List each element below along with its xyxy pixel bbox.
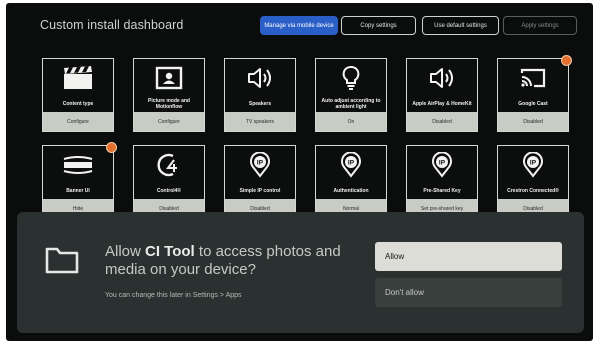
tile-label: Picture mode and Motionflow (148, 98, 190, 110)
tile-value: TV speakers (225, 112, 295, 131)
tile-label: Google Cast (518, 101, 548, 107)
banner-icon (43, 152, 113, 178)
tile-control4[interactable]: Control4® Disabled (133, 145, 205, 219)
tile-pre-shared-key[interactable]: IP Pre-Shared Key Set pre-shared key (406, 145, 478, 219)
svg-text:IP: IP (257, 160, 264, 167)
apply-settings-button[interactable]: Apply settings (503, 16, 577, 35)
dont-allow-button[interactable]: Don't allow (375, 278, 562, 307)
permission-dialog: Allow CI Tool to access photos and media… (17, 212, 584, 333)
tile-value: Configure (134, 112, 204, 131)
tile-content-type[interactable]: Content type Configure (42, 58, 114, 132)
tile-value: On (316, 112, 386, 131)
use-default-settings-button[interactable]: Use default settings (422, 16, 499, 35)
control4-icon (134, 152, 204, 178)
ip-pin-icon: IP (407, 152, 477, 178)
picture-icon (134, 65, 204, 91)
allow-button[interactable]: Allow (375, 242, 562, 271)
settings-hint: You can change this later in Settings > … (105, 292, 242, 299)
ip-pin-icon: IP (316, 152, 386, 178)
tile-value: Disabled (407, 112, 477, 131)
tile-label: Auto adjust according to ambient light (321, 98, 381, 110)
page-title: Custom install dashboard (40, 18, 184, 32)
permission-question: Allow CI Tool to access photos and media… (105, 243, 365, 279)
clapperboard-icon (43, 65, 113, 91)
tile-label: Pre-Shared Key (423, 188, 461, 194)
tile-label: Content type (62, 101, 94, 107)
manage-via-mobile-button[interactable]: Manage via mobile device (260, 16, 338, 35)
tile-speakers[interactable]: Speakers TV speakers (224, 58, 296, 132)
tile-value: Configure (43, 112, 113, 131)
speaker-icon (407, 65, 477, 91)
tile-label: Control4® (156, 188, 182, 194)
svg-text:IP: IP (348, 160, 355, 167)
svg-text:IP: IP (530, 160, 537, 167)
tile-simple-ip-control[interactable]: IP Simple IP control Disabled (224, 145, 296, 219)
tile-crestron-connected[interactable]: IP Crestron Connected® Disabled (497, 145, 569, 219)
ip-pin-icon: IP (498, 152, 568, 178)
tile-label: Authentication (333, 188, 369, 194)
tile-picture-mode[interactable]: Picture mode and Motionflow Configure (133, 58, 205, 132)
tile-label: Banner UI (66, 188, 90, 194)
svg-text:IP: IP (439, 160, 446, 167)
tile-airplay-homekit[interactable]: Apple AirPlay & HomeKit Disabled (406, 58, 478, 132)
app-name: CI Tool (145, 243, 195, 260)
tile-label: Speakers (248, 101, 272, 107)
tile-label: Apple AirPlay & HomeKit (412, 101, 472, 107)
cast-icon (498, 65, 568, 91)
tile-label: Crestron Connected® (507, 188, 559, 194)
tile-value: Disabled (498, 112, 568, 131)
tile-banner-ui[interactable]: Banner UI Hide (42, 142, 117, 219)
tile-label: Simple IP control (239, 188, 281, 194)
copy-settings-button[interactable]: Copy settings (341, 16, 416, 35)
question-prefix: Allow (105, 243, 146, 260)
ip-pin-icon: IP (225, 152, 295, 178)
speaker-icon (225, 65, 295, 91)
tv-screen: Custom install dashboard Manage via mobi… (6, 3, 593, 341)
lightbulb-icon (316, 65, 386, 91)
tile-ambient-light[interactable]: Auto adjust according to ambient light O… (315, 58, 387, 132)
tile-google-cast[interactable]: Google Cast Disabled (497, 55, 572, 132)
tile-authentication[interactable]: IP Authentication Normal (315, 145, 387, 219)
folder-icon (45, 246, 79, 279)
